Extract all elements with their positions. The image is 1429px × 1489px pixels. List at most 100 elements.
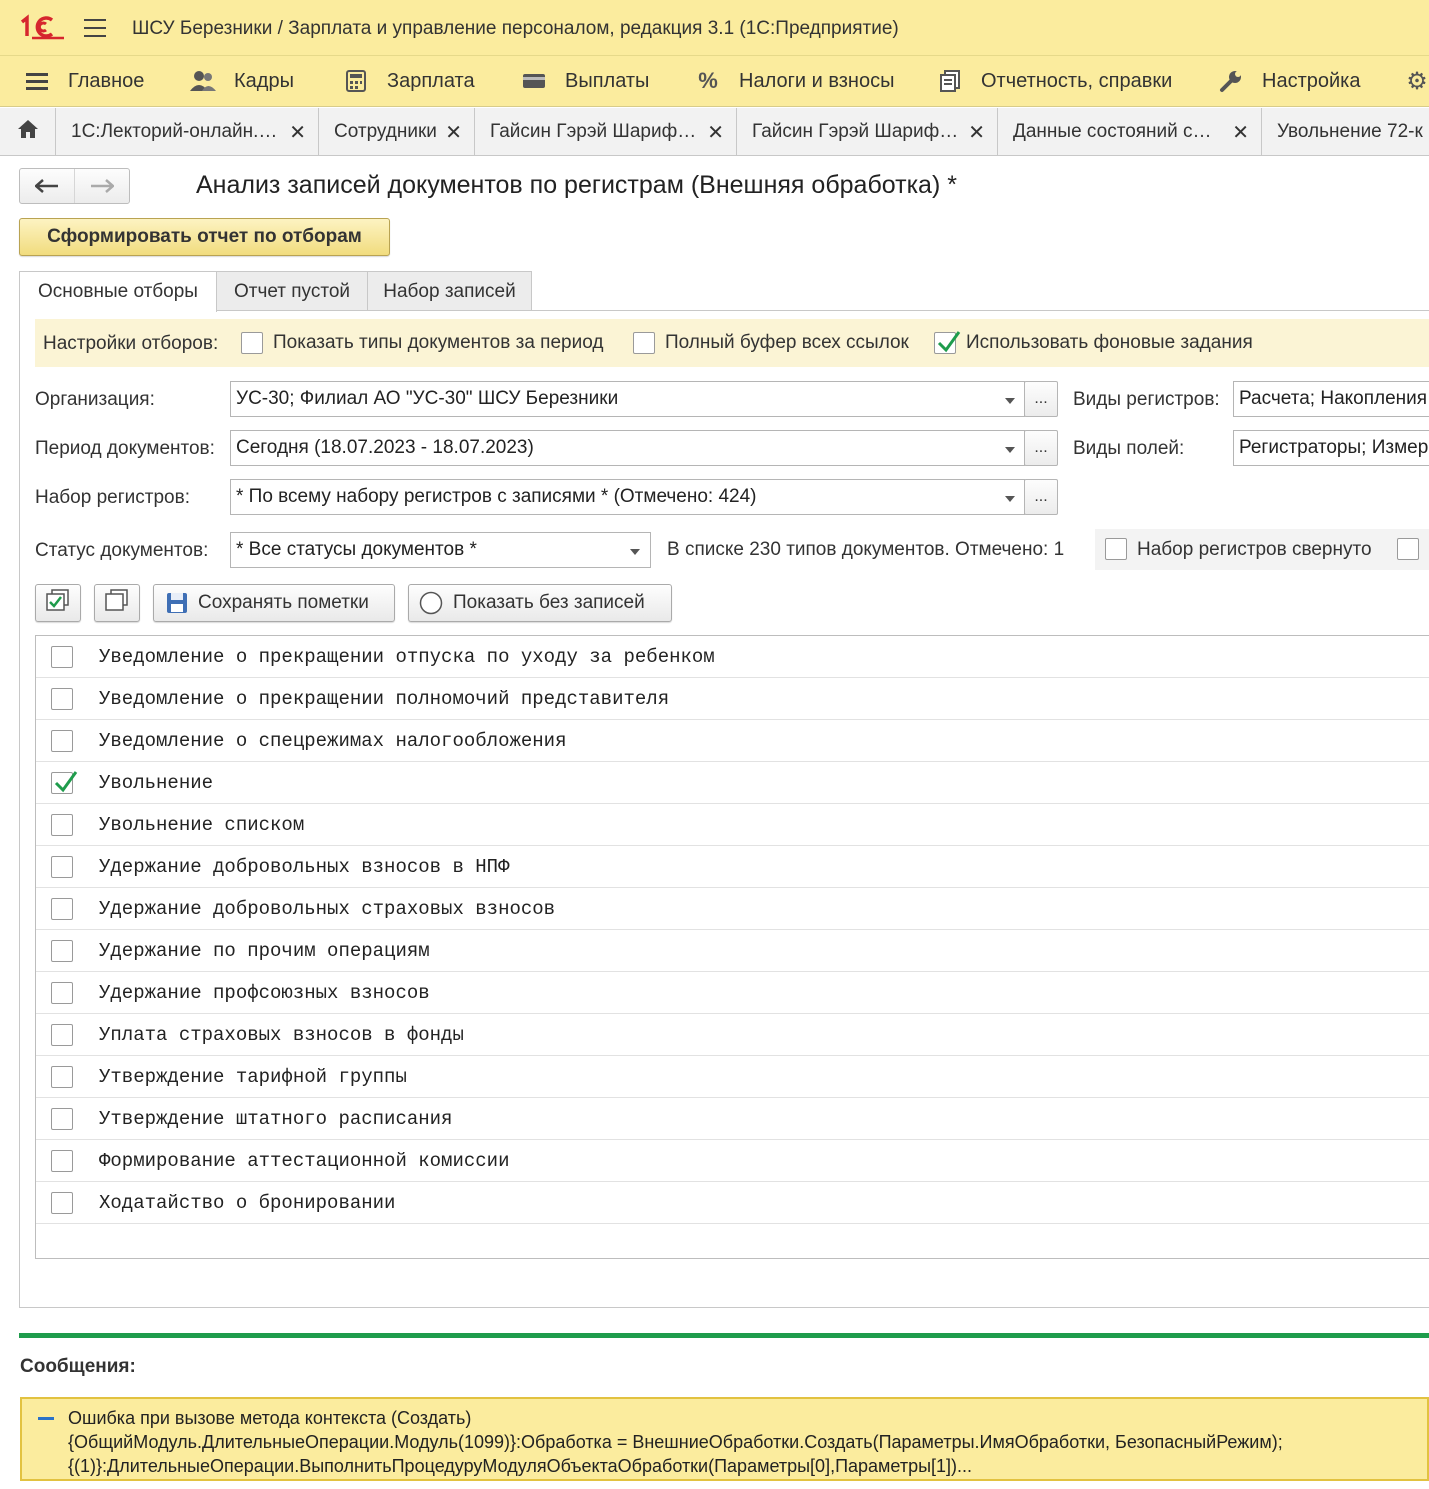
period-dropdown[interactable] — [995, 430, 1025, 466]
list-item[interactable]: Уведомление о прекращении отпуска по ухо… — [36, 636, 1429, 678]
check-all-button[interactable] — [35, 584, 81, 622]
menu-item-taxes[interactable]: % Налоги и взносы — [695, 68, 894, 94]
menu-item-main[interactable]: Главное — [24, 68, 144, 94]
show-without-records-button[interactable]: Показать без записей — [408, 584, 672, 622]
list-item[interactable]: Уведомление о спецрежимах налогообложени… — [36, 720, 1429, 762]
register-set-label: Набор регистров: — [35, 487, 190, 508]
row-checkbox[interactable] — [51, 1066, 73, 1088]
app-menu-icon[interactable] — [84, 19, 106, 37]
status-field[interactable]: * Все статусы документов * — [230, 532, 621, 568]
menu-item-payments[interactable]: Выплаты — [521, 68, 649, 94]
document-types-list: Уведомление о прекращении отпуска по ухо… — [35, 635, 1429, 1259]
period-label: Период документов: — [35, 438, 215, 459]
list-item[interactable]: Формирование аттестационной комиссии — [36, 1140, 1429, 1182]
list-item[interactable]: Удержание профсоюзных взносов — [36, 972, 1429, 1014]
show-types-checkbox[interactable] — [241, 332, 263, 354]
close-icon[interactable]: ✕ — [445, 120, 462, 145]
full-buffer-checkbox[interactable] — [633, 332, 655, 354]
tab-employee-1[interactable]: Гайсин Гэрэй Шариф… ✕ — [476, 108, 737, 155]
show-types-label[interactable]: Показать типы документов за период — [273, 332, 603, 354]
menu-item-salary[interactable]: Зарплата — [343, 68, 475, 94]
row-checkbox[interactable] — [51, 1150, 73, 1172]
row-checkbox[interactable] — [51, 1192, 73, 1214]
tab-main-filters[interactable]: Основные отборы — [19, 271, 217, 312]
tab-dismissal[interactable]: Увольнение 72-к — [1263, 108, 1429, 155]
app-title: ШСУ Березники / Зарплата и управление пе… — [132, 18, 899, 39]
tab-employees[interactable]: Сотрудники ✕ — [320, 108, 475, 155]
list-item[interactable]: Утверждение штатного расписания — [36, 1098, 1429, 1140]
open-windows-bar: 1С:Лекторий-онлайн.… ✕ Сотрудники ✕ Гайсин… — [0, 108, 1429, 156]
list-item[interactable]: Удержание добровольных страховых взносов — [36, 888, 1429, 930]
calculator-icon — [343, 69, 369, 93]
generate-report-button[interactable]: Сформировать отчет по отборам — [19, 218, 390, 256]
close-icon[interactable]: ✕ — [707, 120, 724, 145]
home-tab[interactable] — [0, 108, 56, 155]
list-item[interactable]: Уведомление о прекращении полномочий пре… — [36, 678, 1429, 720]
list-item[interactable]: Ходатайство о бронировании — [36, 1182, 1429, 1224]
settings-label: Настройки отборов: — [43, 333, 219, 354]
messages-title: Сообщения: — [20, 1356, 136, 1377]
save-marks-button[interactable]: Сохранять пометки — [153, 584, 395, 622]
background-jobs-checkbox[interactable] — [934, 331, 961, 354]
extra-checkbox[interactable] — [1397, 538, 1419, 560]
status-dropdown[interactable] — [620, 532, 651, 568]
tab-lectorium[interactable]: 1С:Лекторий-онлайн.… ✕ — [57, 108, 319, 155]
close-icon[interactable]: ✕ — [289, 120, 306, 145]
list-item[interactable]: Удержание по прочим операциям — [36, 930, 1429, 972]
row-checkbox[interactable] — [51, 898, 73, 920]
period-field[interactable]: Сегодня (18.07.2023 - 18.07.2023) — [230, 430, 996, 466]
list-item[interactable]: Увольнение списком — [36, 804, 1429, 846]
register-kinds-field[interactable]: Расчета; Накопления — [1233, 381, 1429, 417]
list-count-text: В списке 230 типов документов. Отмечено:… — [667, 539, 1065, 560]
organization-field[interactable]: УС-30; Филиал АО "УС-30" ШСУ Березники — [230, 381, 996, 417]
row-checkbox[interactable] — [51, 814, 73, 836]
wrench-icon — [1218, 69, 1244, 93]
close-icon[interactable]: ✕ — [968, 120, 985, 145]
1c-logo[interactable] — [18, 14, 66, 42]
list-item[interactable]: Утверждение тарифной группы — [36, 1056, 1429, 1098]
collapsed-label[interactable]: Набор регистров свернуто — [1137, 539, 1372, 561]
tab-record-set[interactable]: Набор записей — [367, 271, 532, 311]
collapse-dash-icon[interactable] — [38, 1417, 54, 1420]
back-arrow-icon[interactable] — [20, 169, 74, 203]
organization-select-button[interactable]: ... — [1024, 381, 1058, 417]
collapsed-checkbox[interactable] — [1105, 538, 1127, 560]
background-jobs-label[interactable]: Использовать фоновые задания — [966, 332, 1253, 354]
row-checkbox[interactable] — [51, 688, 73, 710]
menu-item-reports[interactable]: Отчетность, справки — [937, 68, 1172, 94]
period-select-button[interactable]: ... — [1024, 430, 1058, 466]
organization-dropdown[interactable] — [995, 381, 1025, 417]
menu-more[interactable]: ⚙ — [1404, 67, 1429, 95]
gear-icon: ⚙ — [1406, 67, 1428, 95]
tab-state-data[interactable]: Данные состояний с… ✕ — [999, 108, 1262, 155]
close-icon[interactable]: ✕ — [1232, 120, 1249, 145]
row-checkbox[interactable] — [51, 1108, 73, 1130]
row-checkbox[interactable] — [51, 982, 73, 1004]
list-item[interactable]: Уплата страховых взносов в фонды — [36, 1014, 1429, 1056]
row-checkbox[interactable] — [51, 730, 73, 752]
organization-label: Организация: — [35, 389, 155, 410]
list-item[interactable]: Увольнение — [36, 762, 1429, 804]
forward-arrow-icon[interactable] — [74, 169, 129, 203]
tab-empty-report[interactable]: Отчет пустой — [216, 271, 368, 311]
tab-employee-2[interactable]: Гайсин Гэрэй Шариф… ✕ — [738, 108, 998, 155]
row-checkbox[interactable] — [51, 1024, 73, 1046]
register-set-dropdown[interactable] — [995, 479, 1025, 515]
menu-item-hr[interactable]: Кадры — [190, 68, 294, 94]
error-message[interactable]: Ошибка при вызове метода контекста (Созд… — [20, 1397, 1429, 1481]
row-checkbox[interactable] — [51, 940, 73, 962]
field-kinds-field[interactable]: Регистраторы; Измер — [1233, 430, 1429, 466]
row-checkbox[interactable] — [51, 771, 78, 794]
register-set-field[interactable]: * По всему набору регистров с записями *… — [230, 479, 996, 515]
list-item[interactable]: Удержание добровольных взносов в НПФ — [36, 846, 1429, 888]
row-checkbox[interactable] — [51, 856, 73, 878]
register-set-select-button[interactable]: ... — [1024, 479, 1058, 515]
status-label: Статус документов: — [35, 540, 209, 561]
menu-item-settings[interactable]: Настройка — [1218, 68, 1360, 94]
messages-divider — [19, 1333, 1429, 1338]
uncheck-all-button[interactable] — [94, 584, 140, 622]
row-checkbox[interactable] — [51, 646, 73, 668]
uncheck-all-icon — [105, 589, 129, 617]
full-buffer-label[interactable]: Полный буфер всех ссылок — [665, 332, 909, 354]
register-kinds-label: Виды регистров: — [1073, 389, 1220, 410]
